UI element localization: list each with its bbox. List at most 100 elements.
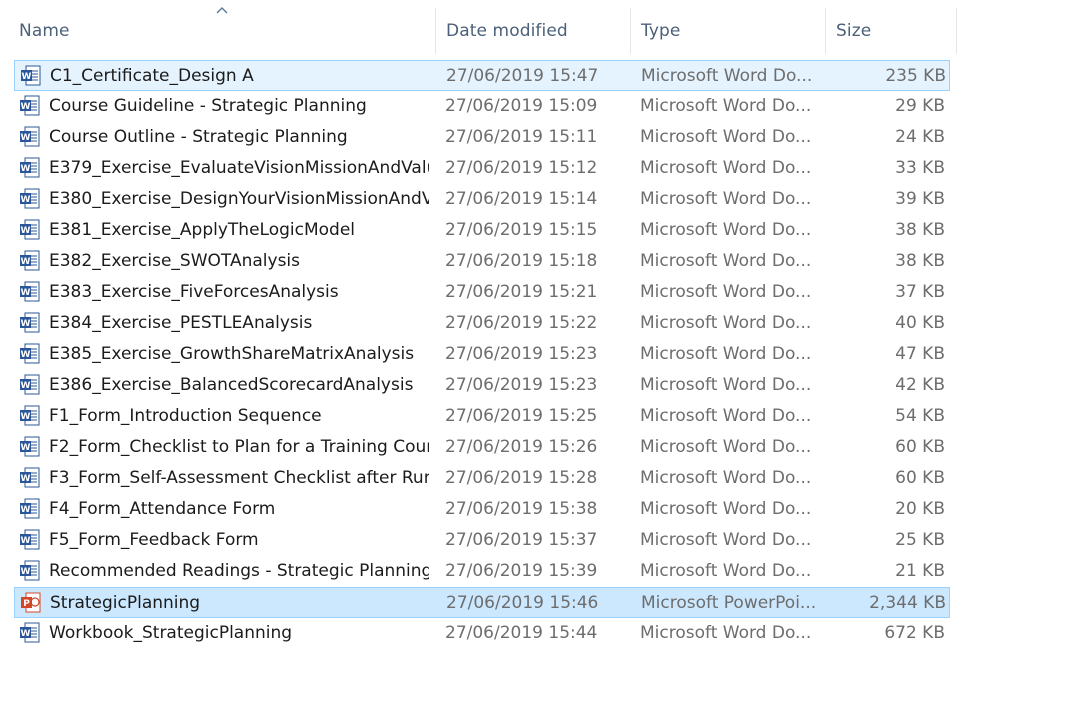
file-date-modified: 27/06/2019 15:47	[446, 66, 599, 86]
file-size: 38 KB	[895, 251, 945, 271]
file-type: Microsoft Word Do...	[640, 313, 812, 333]
word-document-icon: W	[19, 405, 43, 427]
word-document-icon: W	[19, 157, 43, 179]
file-type: Microsoft Word Do...	[640, 623, 812, 643]
file-type: Microsoft Word Do...	[640, 96, 812, 116]
file-row[interactable]: W E385_Exercise_GrowthShareMatrixAnalysis…	[14, 339, 950, 370]
file-type: Microsoft PowerPoi...	[641, 593, 817, 613]
svg-text:W: W	[21, 505, 31, 515]
file-type: Microsoft Word Do...	[640, 437, 812, 457]
file-type: Microsoft Word Do...	[640, 468, 812, 488]
column-header-date-modified[interactable]: Date modified	[435, 8, 630, 54]
file-date-modified: 27/06/2019 15:11	[445, 127, 598, 147]
svg-text:W: W	[21, 567, 31, 577]
file-size: 33 KB	[895, 158, 945, 178]
file-size: 60 KB	[895, 468, 945, 488]
svg-text:P: P	[23, 599, 30, 609]
file-row[interactable]: W E379_Exercise_EvaluateVisionMissionAndV…	[14, 153, 950, 184]
file-row[interactable]: W E380_Exercise_DesignYourVisionMissionAn…	[14, 184, 950, 215]
file-date-modified: 27/06/2019 15:23	[445, 375, 598, 395]
file-size: 38 KB	[895, 220, 945, 240]
word-document-icon: W	[20, 65, 44, 87]
file-name: StrategicPlanning	[50, 593, 201, 613]
file-type: Microsoft Word Do...	[640, 499, 812, 519]
file-row[interactable]: W C1_Certificate_Design A 27/06/2019 15:47…	[14, 60, 950, 91]
file-type: Microsoft Word Do...	[640, 251, 812, 271]
file-size: 20 KB	[895, 499, 945, 519]
file-row[interactable]: W E382_Exercise_SWOTAnalysis 27/06/2019 15…	[14, 246, 950, 277]
file-row[interactable]: W Workbook_StrategicPlanning 27/06/2019 15…	[14, 618, 950, 649]
file-size: 672 KB	[884, 623, 945, 643]
file-date-modified: 27/06/2019 15:14	[445, 189, 598, 209]
file-row[interactable]: W Recommended Readings - Strategic Planni…	[14, 556, 950, 587]
svg-text:W: W	[21, 226, 31, 236]
file-row[interactable]: W Course Outline - Strategic Planning 27/0…	[14, 122, 950, 153]
file-row[interactable]: W E384_Exercise_PESTLEAnalysis 27/06/2019 …	[14, 308, 950, 339]
file-row[interactable]: W F5_Form_Feedback Form 27/06/2019 15:37 Mi…	[14, 525, 950, 556]
file-name: F1_Form_Introduction Sequence	[49, 406, 322, 426]
file-row[interactable]: W E381_Exercise_ApplyTheLogicModel 27/06/2…	[14, 215, 950, 246]
file-type: Microsoft Word Do...	[640, 530, 812, 550]
svg-text:W: W	[21, 381, 31, 391]
file-name: E383_Exercise_FiveForcesAnalysis	[49, 282, 339, 302]
word-document-icon: W	[19, 188, 43, 210]
file-row[interactable]: W F4_Form_Attendance Form 27/06/2019 15:38…	[14, 494, 950, 525]
column-header-size[interactable]: Size	[825, 8, 957, 54]
file-date-modified: 27/06/2019 15:44	[445, 623, 598, 643]
file-row[interactable]: W F2_Form_Checklist to Plan for a Trainin…	[14, 432, 950, 463]
file-date-modified: 27/06/2019 15:18	[445, 251, 598, 271]
svg-text:W: W	[21, 257, 31, 267]
file-date-modified: 27/06/2019 15:12	[445, 158, 598, 178]
svg-text:W: W	[21, 412, 31, 422]
file-size: 37 KB	[895, 282, 945, 302]
svg-text:W: W	[21, 629, 31, 639]
file-row[interactable]: P StrategicPlanning 27/06/2019 15:46 Micros…	[14, 587, 950, 618]
svg-text:W: W	[21, 319, 31, 329]
file-name: E379_Exercise_EvaluateVisionMissionAndVa…	[49, 158, 429, 178]
file-row[interactable]: W E386_Exercise_BalancedScorecardAnalysis…	[14, 370, 950, 401]
file-type: Microsoft Word Do...	[641, 66, 813, 86]
file-name: E386_Exercise_BalancedScorecardAnalysis	[49, 375, 414, 395]
file-name: Course Guideline - Strategic Planning	[49, 96, 367, 116]
word-document-icon: W	[19, 467, 43, 489]
file-name: F5_Form_Feedback Form	[49, 530, 259, 550]
file-date-modified: 27/06/2019 15:37	[445, 530, 598, 550]
file-date-modified: 27/06/2019 15:39	[445, 561, 598, 581]
file-row[interactable]: W F3_Form_Self-Assessment Checklist after…	[14, 463, 950, 494]
svg-text:W: W	[21, 474, 31, 484]
word-document-icon: W	[19, 374, 43, 396]
svg-text:W: W	[21, 288, 31, 298]
file-name: C1_Certificate_Design A	[50, 66, 254, 86]
file-type: Microsoft Word Do...	[640, 220, 812, 240]
file-name: F4_Form_Attendance Form	[49, 499, 276, 519]
word-document-icon: W	[19, 219, 43, 241]
word-document-icon: W	[19, 126, 43, 148]
file-type: Microsoft Word Do...	[640, 189, 812, 209]
file-size: 47 KB	[895, 344, 945, 364]
file-size: 42 KB	[895, 375, 945, 395]
word-document-icon: W	[19, 529, 43, 551]
file-size: 2,344 KB	[869, 593, 946, 613]
file-date-modified: 27/06/2019 15:15	[445, 220, 598, 240]
file-type: Microsoft Word Do...	[640, 406, 812, 426]
powerpoint-presentation-icon: P	[20, 592, 44, 614]
file-type: Microsoft Word Do...	[640, 375, 812, 395]
file-row[interactable]: W E383_Exercise_FiveForcesAnalysis 27/06/2…	[14, 277, 950, 308]
file-name: E385_Exercise_GrowthShareMatrixAnalysis	[49, 344, 415, 364]
word-document-icon: W	[19, 250, 43, 272]
column-header-bar: Name Date modified Type Size	[0, 7, 958, 58]
svg-text:W: W	[21, 133, 31, 143]
column-header-name[interactable]: Name	[9, 8, 435, 54]
word-document-icon: W	[19, 498, 43, 520]
word-document-icon: W	[19, 622, 43, 644]
column-header-type[interactable]: Type	[630, 8, 825, 54]
word-document-icon: W	[19, 312, 43, 334]
word-document-icon: W	[19, 95, 43, 117]
file-row[interactable]: W Course Guideline - Strategic Planning 27…	[14, 91, 950, 122]
file-row[interactable]: W F1_Form_Introduction Sequence 27/06/2019…	[14, 401, 950, 432]
word-document-icon: W	[19, 436, 43, 458]
file-size: 29 KB	[895, 96, 945, 116]
svg-text:W: W	[21, 164, 31, 174]
word-document-icon: W	[19, 281, 43, 303]
svg-text:W: W	[21, 536, 31, 546]
